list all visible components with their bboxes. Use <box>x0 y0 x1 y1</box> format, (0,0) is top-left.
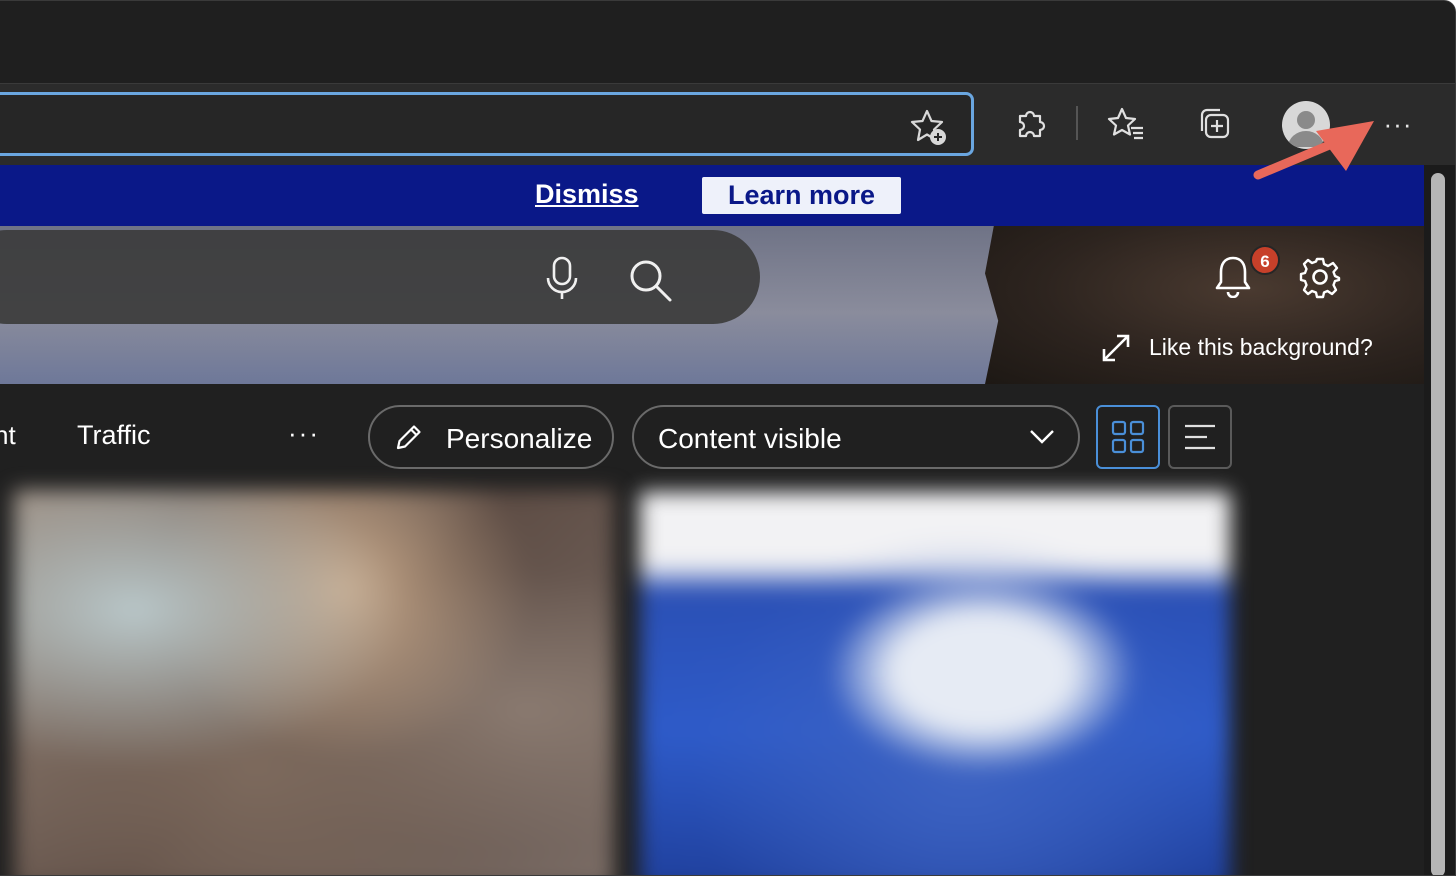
collections-button[interactable] <box>1193 102 1237 146</box>
like-background-link[interactable]: Like this background? <box>1149 334 1373 361</box>
search-box[interactable] <box>0 230 760 324</box>
avatar[interactable] <box>1282 101 1330 149</box>
favorites-button[interactable] <box>1104 102 1148 146</box>
expand-icon[interactable] <box>1100 332 1132 364</box>
address-bar[interactable] <box>0 92 974 156</box>
pencil-icon <box>396 425 421 450</box>
add-favorite-icon[interactable] <box>909 107 949 147</box>
toolbar-divider <box>1076 106 1078 140</box>
notification-count-badge: 6 <box>1250 245 1280 275</box>
nav-item-traffic[interactable]: Traffic <box>77 420 151 451</box>
title-bar <box>0 1 1455 83</box>
scrollbar-thumb[interactable] <box>1431 173 1445 875</box>
grid-view-icon <box>1111 420 1145 454</box>
search-icon[interactable] <box>624 256 676 304</box>
news-card-image[interactable] <box>640 492 1230 875</box>
hero-background: 6 Like this background? <box>0 226 1424 384</box>
chevron-down-icon <box>1030 430 1054 444</box>
microphone-icon[interactable] <box>540 254 584 302</box>
nav-item-partial[interactable]: nt <box>0 420 16 451</box>
news-card-image[interactable] <box>14 490 614 875</box>
browser-window: ··· Dismiss Learn more 6 Like this backg… <box>0 0 1456 876</box>
feed-nav-row: nt Traffic ··· Personalize Content visib… <box>0 384 1424 484</box>
info-banner: Dismiss Learn more <box>0 165 1424 226</box>
personalize-label: Personalize <box>446 423 593 454</box>
browser-toolbar: ··· <box>0 83 1455 165</box>
scrollbar[interactable] <box>1424 165 1455 875</box>
personalize-button[interactable]: Personalize <box>368 405 614 469</box>
list-view-icon <box>1185 424 1215 450</box>
star-list-icon <box>1107 107 1143 140</box>
content-visibility-select[interactable]: Content visible <box>632 405 1080 469</box>
puzzle-icon <box>1018 110 1046 138</box>
collections-icon <box>1200 108 1230 139</box>
learn-more-button[interactable]: Learn more <box>702 177 901 214</box>
gear-icon[interactable] <box>1298 255 1342 299</box>
list-view-button[interactable] <box>1168 405 1232 469</box>
grid-view-button[interactable] <box>1096 405 1160 469</box>
profile-icon <box>1288 111 1324 147</box>
notifications-bell-icon[interactable] <box>1212 252 1254 298</box>
dismiss-link[interactable]: Dismiss <box>535 179 639 210</box>
new-tab-page: Dismiss Learn more 6 Like this backgroun… <box>0 165 1424 875</box>
settings-and-more-button[interactable]: ··· <box>1374 104 1422 144</box>
nav-more-button[interactable]: ··· <box>288 418 320 449</box>
content-visibility-value: Content visible <box>658 423 842 454</box>
extensions-button[interactable] <box>1008 102 1052 146</box>
